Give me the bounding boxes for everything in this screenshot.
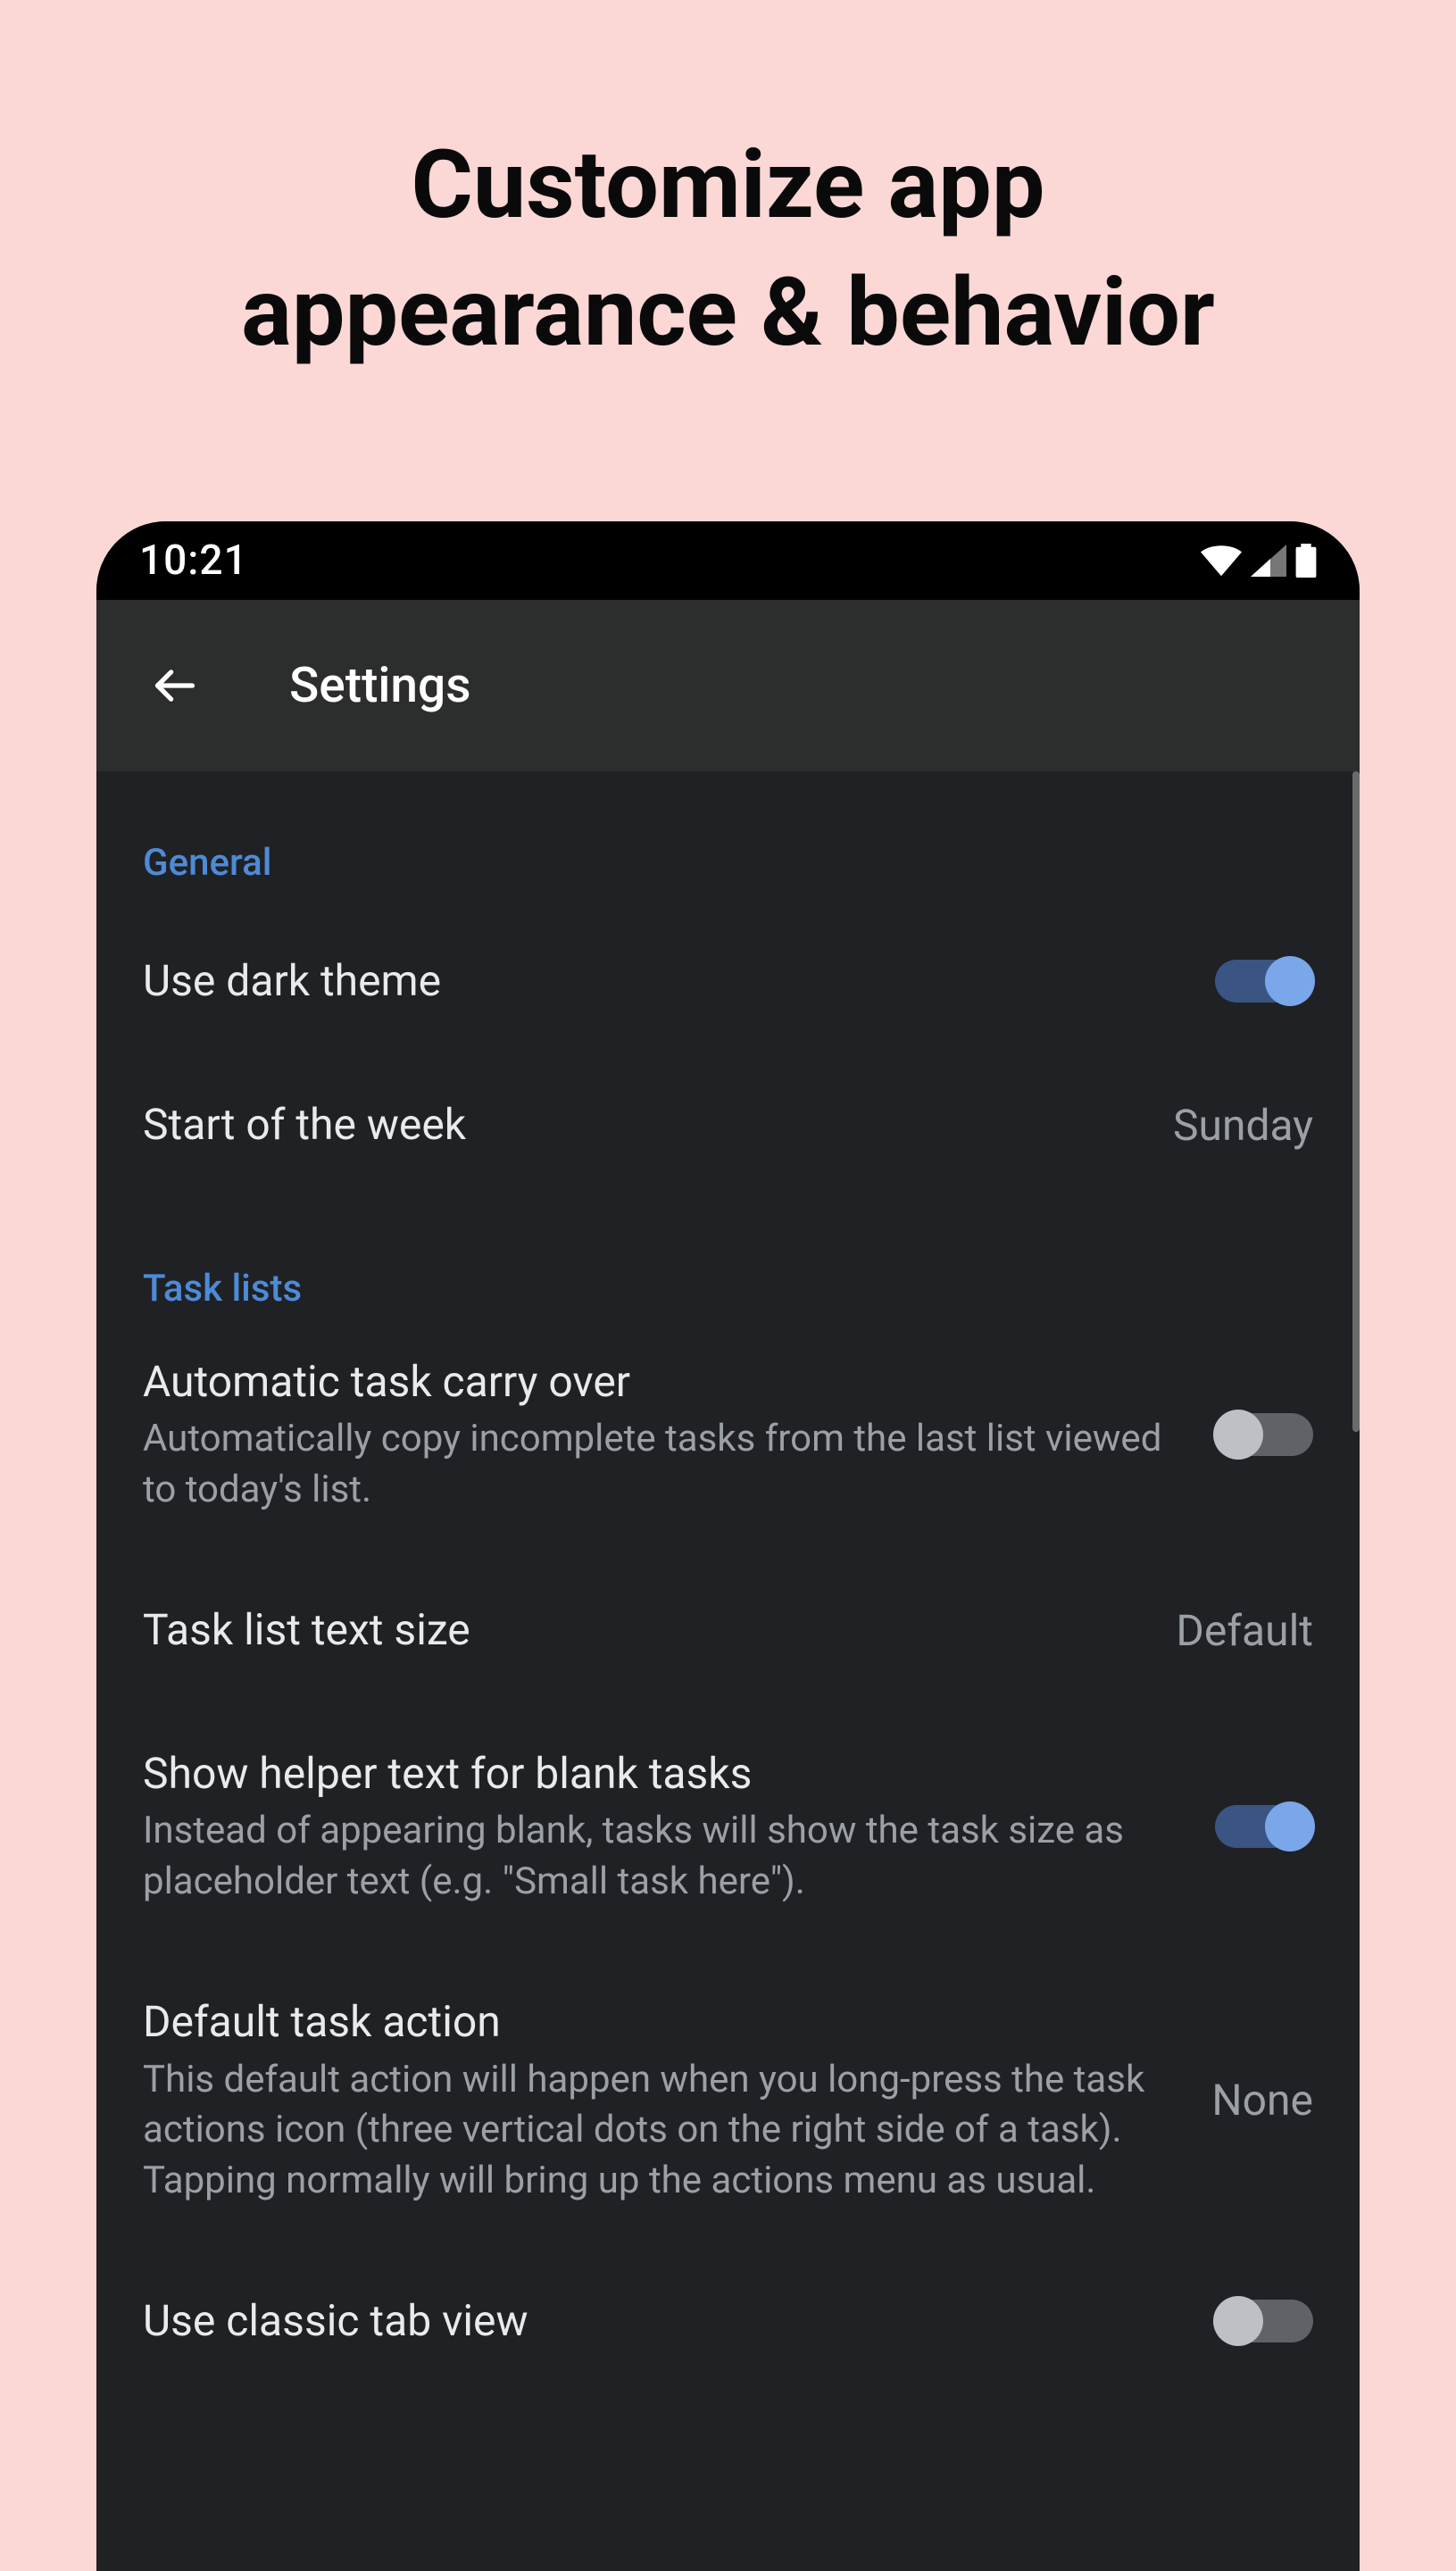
settings-content[interactable]: General Use dark theme Start of the week… [96,771,1360,2571]
row-value: None [1211,2075,1313,2126]
row-title: Start of the week [143,1096,1137,1154]
row-value: Sunday [1173,1100,1313,1151]
phone-frame: 10:21 Settings General Use dark theme St… [96,521,1360,2571]
row-desc: Instead of appearing blank, tasks will s… [143,1806,1179,1907]
row-start-of-week[interactable]: Start of the week Sunday [96,1053,1360,1197]
row-title: Default task action [143,1993,1176,2051]
row-desc: This default action will happen when you… [143,2055,1176,2207]
status-bar: 10:21 [96,521,1360,600]
toggle-classic-tab[interactable] [1215,2300,1313,2342]
toggle-carry-over[interactable] [1215,1413,1313,1456]
row-value: Default [1176,1605,1313,1656]
app-bar: Settings [96,600,1360,771]
scrollbar[interactable] [1352,771,1360,1432]
status-time: 10:21 [139,537,248,585]
row-title: Use dark theme [143,953,1179,1011]
toggle-dark-theme[interactable] [1215,960,1313,1003]
cell-signal-icon [1251,545,1286,577]
section-header-general: General [96,771,1360,885]
status-icons [1201,544,1317,578]
row-title: Automatic task carry over [143,1353,1179,1411]
toggle-helper-text[interactable] [1215,1805,1313,1848]
row-helper-text[interactable]: Show helper text for blank tasks Instead… [96,1702,1360,1951]
row-text-size[interactable]: Task list text size Default [96,1559,1360,1702]
row-dark-theme[interactable]: Use dark theme [96,910,1360,1053]
row-desc: Automatically copy incomplete tasks from… [143,1414,1179,1515]
battery-icon [1295,544,1317,578]
page-title: Settings [289,657,471,714]
section-header-task-lists: Task lists [96,1197,1360,1310]
row-title: Task list text size [143,1602,1140,1660]
wifi-icon [1201,545,1242,577]
back-button[interactable] [148,659,202,712]
row-default-action[interactable]: Default task action This default action … [96,1951,1360,2250]
promo-title: Customize app appearance & behavior [0,0,1456,377]
row-classic-tab[interactable]: Use classic tab view [96,2250,1360,2351]
promo-line-1: Customize app [411,129,1044,240]
promo-line-2: appearance & behavior [241,257,1215,368]
row-carry-over[interactable]: Automatic task carry over Automatically … [96,1310,1360,1559]
row-title: Use classic tab view [143,2292,1179,2351]
row-title: Show helper text for blank tasks [143,1745,1179,1803]
arrow-left-icon [152,662,198,709]
